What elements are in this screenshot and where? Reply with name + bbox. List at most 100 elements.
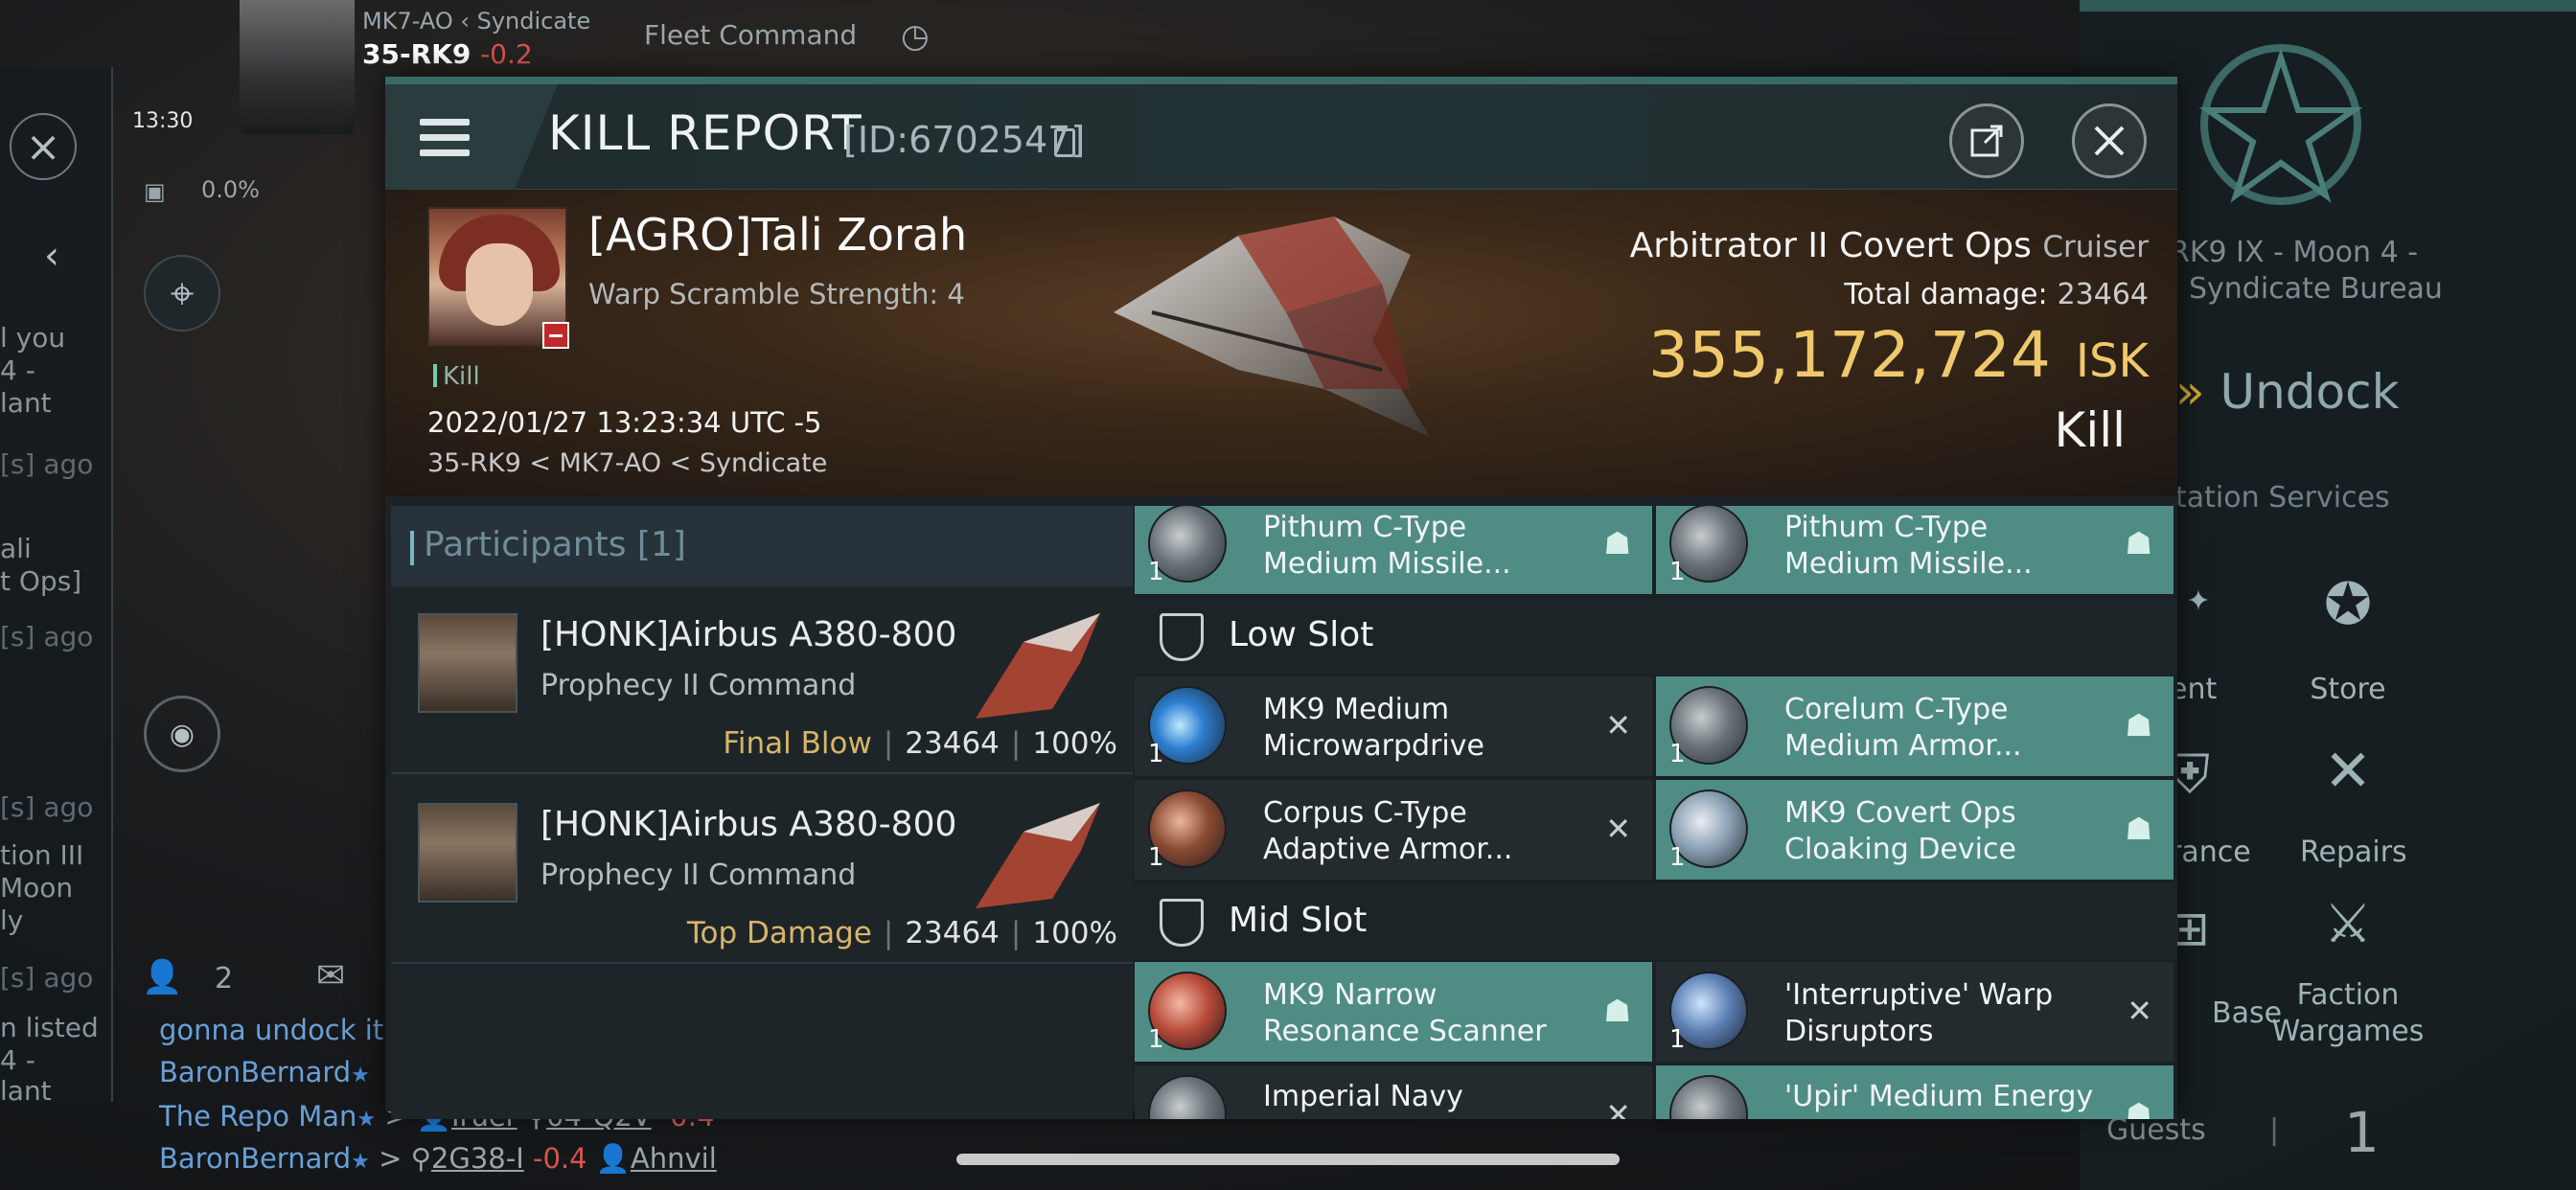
destroyed-icon: ✕ [1605, 707, 1631, 744]
chat-fragment: l you [0, 322, 66, 354]
guests-count: 1 [2344, 1100, 2380, 1165]
slot-icon [1160, 899, 1204, 947]
chevron-left-icon[interactable]: ‹ [44, 234, 59, 278]
kill-result: Kill [2054, 402, 2126, 458]
module-item[interactable]: 1 Pithum C-Type Medium Missile... ☗ [1135, 506, 1652, 594]
online-count: 2 [215, 962, 234, 995]
chat-fragment: Moon [0, 872, 74, 904]
chat-fragment: 4 - [0, 355, 35, 386]
modal-header: KILL REPORT [ID:6702547] [385, 84, 2177, 190]
clock-icon[interactable]: ◷ [901, 17, 930, 56]
faction-wargames-label[interactable]: Faction Wargames [2267, 977, 2428, 1050]
system-name[interactable]: 35-RK9 -0.2 [362, 38, 533, 70]
chat-fragment: [s] ago [0, 621, 94, 652]
pilot-icon: ☗ [1603, 993, 1631, 1029]
cargo-percent: 0.0% [201, 176, 260, 203]
station-services-label: tation Services [2175, 481, 2390, 515]
chat-fragment: t Ops] [0, 565, 82, 597]
home-indicator[interactable] [956, 1154, 1620, 1165]
participant-ship-image [966, 793, 1110, 918]
chat-fragment: [s] ago [0, 448, 94, 480]
entertainment-icon[interactable]: ✦ [2170, 584, 2227, 618]
victim-ship-name[interactable]: Arbitrator II Covert Ops Cruiser [1630, 226, 2149, 265]
insurance-label[interactable]: rance [2170, 835, 2251, 869]
chat-fragment: 4 - [0, 1044, 35, 1076]
participant-row[interactable]: [HONK]Airbus A380-800 Prophecy II Comman… [391, 586, 1133, 774]
chat-fragment: lant [0, 387, 52, 419]
module-item[interactable]: 1 Corpus C-Type Adaptive Armor... ✕ [1135, 780, 1652, 880]
pilot-avatar[interactable] [240, 0, 355, 134]
victim-banner: [AGRO]Tali Zorah Warp Scramble Strength:… [385, 190, 2177, 496]
chat-sender[interactable]: BaronBernard★ [159, 1056, 370, 1088]
negative-standing-badge [542, 322, 569, 349]
chat-fragment: tion III [0, 839, 84, 871]
hud-time: 13:30 [132, 109, 194, 133]
hamburger-menu-icon[interactable] [420, 119, 470, 157]
module-item[interactable]: Imperial Navy ✕ [1135, 1065, 1652, 1119]
destroyed-icon: ✕ [1605, 811, 1631, 847]
victim-ship-image[interactable] [1094, 197, 1459, 456]
kill-report-modal: KILL REPORT [ID:6702547] [AGRO]Tali Zora… [385, 77, 2177, 1119]
close-icon [2094, 126, 2125, 156]
participant-name[interactable]: [HONK]Airbus A380-800 [540, 805, 956, 844]
station-location: RK9 IX - Moon 4 - [2170, 236, 2419, 269]
store-icon[interactable]: ✪ [2300, 571, 2396, 638]
chat-fragment: [s] ago [0, 791, 94, 823]
module-item[interactable]: 'Upir' Medium Energy ☗ [1656, 1065, 2174, 1119]
fleet-command-label[interactable]: Fleet Command [644, 19, 857, 51]
module-item[interactable]: 1 MK9 Covert Ops Cloaking Device ☗ [1656, 780, 2174, 880]
pilot-icon: ☗ [2125, 811, 2152, 847]
repairs-label[interactable]: Repairs [2300, 835, 2407, 869]
modal-title: KILL REPORT [548, 105, 862, 161]
participant-stats: Top Damage | 23464 | 100% [686, 916, 1117, 950]
participant-stats: Final Blow | 23464 | 100% [723, 726, 1117, 761]
module-item[interactable]: 1 Corelum C-Type Medium Armor... ☗ [1656, 676, 2174, 776]
chat-sender[interactable]: BaronBernard★ > ⚲2G38-I -0.4 👤Ahnvil [159, 1142, 717, 1176]
module-item[interactable]: 1 MK9 Medium Microwarpdrive ✕ [1135, 676, 1652, 776]
low-slot-header: Low Slot [1135, 598, 2177, 675]
undock-button[interactable]: » Undock [2175, 364, 2400, 420]
energy-module-icon [1669, 1075, 1748, 1119]
copy-icon[interactable] [1054, 128, 1075, 157]
module-icon [1148, 1075, 1227, 1119]
kill-tag: Kill [433, 362, 480, 391]
participant-name[interactable]: [HONK]Airbus A380-800 [540, 615, 956, 654]
module-item[interactable]: 1 'Interruptive' Warp Disruptors ✕ [1656, 962, 2174, 1062]
cargo-icon[interactable]: ▣ [144, 178, 166, 205]
participants-panel: Participants [1] [HONK]Airbus A380-800 P… [391, 506, 1133, 1119]
pilot-icon: ☗ [1603, 525, 1631, 561]
close-icon[interactable]: × [10, 113, 77, 180]
destroyed-icon: ✕ [1605, 1096, 1631, 1119]
mail-icon[interactable]: ✉ [316, 956, 345, 995]
module-item[interactable]: 1 Pithum C-Type Medium Missile... ☗ [1656, 506, 2174, 594]
pilot-icon: ☗ [2125, 1096, 2152, 1119]
participant-row[interactable]: [HONK]Airbus A380-800 Prophecy II Comman… [391, 776, 1133, 964]
contacts-icon[interactable]: 👤 [142, 958, 182, 996]
total-damage: Total damage: 23464 [1844, 278, 2149, 311]
isk-value: 355,172,724 ISK [1648, 318, 2149, 392]
chat-fragment: [s] ago [0, 962, 94, 994]
participant-avatar[interactable] [418, 613, 518, 713]
participants-header: Participants [1] [391, 506, 1133, 586]
participant-avatar[interactable] [418, 803, 518, 903]
pilot-icon: ☗ [2125, 525, 2152, 561]
store-label[interactable]: Store [2300, 673, 2396, 706]
menu-button[interactable] [385, 84, 558, 190]
module-item[interactable]: 1 MK9 Narrow Resonance Scanner ☗ [1135, 962, 1652, 1062]
repairs-icon[interactable]: ✕ [2300, 738, 2396, 805]
location-pin-icon[interactable]: ⌖ [144, 255, 220, 332]
chat-fragment: ali [0, 533, 32, 564]
pilot-icon: ☗ [2125, 707, 2152, 744]
wargames-icon[interactable]: ⚔ [2300, 893, 2396, 955]
target-icon[interactable]: ◉ [144, 696, 220, 772]
share-button[interactable] [1949, 103, 2024, 178]
participant-ship: Prophecy II Command [540, 858, 857, 892]
chat-fragment: ly [0, 904, 24, 936]
close-button[interactable] [2072, 103, 2147, 178]
destroyed-icon: ✕ [2127, 993, 2152, 1029]
station-location: Syndicate Bureau [2189, 272, 2443, 306]
chat-message: gonna undock it a [159, 1014, 410, 1046]
kill-location[interactable]: 35-RK9 < MK7-AO < Syndicate [427, 448, 827, 478]
chat-fragment: n listed [0, 1012, 99, 1043]
victim-name[interactable]: [AGRO]Tali Zorah [588, 209, 967, 261]
